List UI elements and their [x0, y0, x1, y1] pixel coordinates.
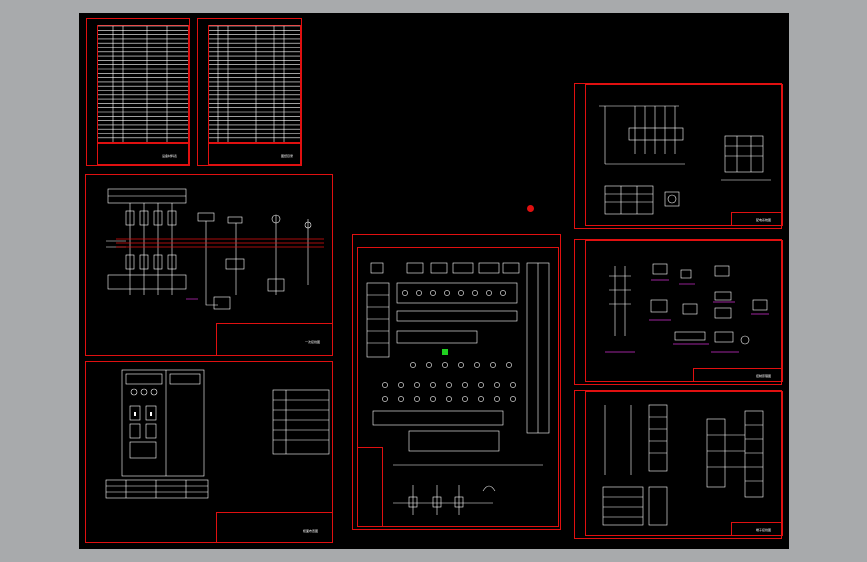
- schematic-symbol: [398, 396, 404, 402]
- control-circuit-drawing: [605, 263, 769, 353]
- selection-marker: [442, 349, 448, 355]
- schematic-symbol: [494, 382, 500, 388]
- main-schematic-drawing: [366, 262, 550, 515]
- schematic-symbol: [382, 382, 388, 388]
- distribution-titleblock: 配电系统图: [731, 212, 783, 226]
- table-sheet-2[interactable]: 图纸目录: [197, 18, 302, 166]
- titleblock-label: 控制原理图: [756, 374, 772, 378]
- schematic-symbol: [458, 362, 464, 368]
- schematic-symbol: [402, 290, 408, 296]
- schematic-symbol: [510, 396, 516, 402]
- schematic-symbol: [426, 362, 432, 368]
- distribution-sheet[interactable]: 配电系统图: [574, 83, 783, 229]
- schematic-symbol: [430, 290, 436, 296]
- schematic-symbol: [490, 362, 496, 368]
- titleblock-label: 配电系统图: [756, 218, 772, 222]
- schematic-symbol: [462, 396, 468, 402]
- schematic-symbol: [458, 290, 464, 296]
- distribution-drawing: [599, 105, 771, 215]
- titleblock-label: 设备材料表: [162, 154, 178, 158]
- panel-layout-sheet[interactable]: 柜面布置图: [85, 361, 333, 543]
- schematic-symbol: [478, 396, 484, 402]
- table-sheet-1-titleblock: 设备材料表: [97, 143, 189, 165]
- schematic-symbol: [494, 396, 500, 402]
- drawing-canvas[interactable]: 设备材料表 图纸目录 一次接线图 柜面布置图 配电系统图 控制原理图 端子接线图: [79, 13, 789, 549]
- schematic-symbol: [410, 362, 416, 368]
- terminal-titleblock: 端子接线图: [731, 522, 783, 536]
- cursor-marker: [527, 205, 534, 212]
- primary-wiring-sheet[interactable]: 一次接线图: [85, 174, 333, 356]
- schematic-symbol: [500, 290, 506, 296]
- main-schematic-sheet[interactable]: [352, 234, 561, 530]
- schematic-symbol: [472, 290, 478, 296]
- schematic-symbol: [506, 362, 512, 368]
- panel-layout-titleblock: 柜面布置图: [216, 512, 333, 543]
- schematic-symbol: [474, 362, 480, 368]
- control-circuit-sheet[interactable]: 控制原理图: [574, 239, 783, 385]
- schematic-symbol: [416, 290, 422, 296]
- schematic-symbol: [414, 396, 420, 402]
- table-sheet-2-titleblock: 图纸目录: [208, 143, 301, 165]
- titleblock-label: 图纸目录: [281, 154, 294, 158]
- schematic-symbol: [414, 382, 420, 388]
- main-schematic-titleblock: [357, 447, 383, 527]
- schematic-symbol: [382, 396, 388, 402]
- table-sheet-1[interactable]: 设备材料表: [86, 18, 190, 166]
- schematic-symbol: [446, 396, 452, 402]
- schematic-symbol: [446, 382, 452, 388]
- schematic-symbol: [462, 382, 468, 388]
- terminal-sheet[interactable]: 端子接线图: [574, 390, 783, 539]
- primary-wiring-titleblock: 一次接线图: [216, 323, 333, 356]
- schematic-symbol: [444, 290, 450, 296]
- schematic-symbol: [442, 362, 448, 368]
- schematic-symbol: [486, 290, 492, 296]
- schematic-symbol: [398, 382, 404, 388]
- control-circuit-titleblock: 控制原理图: [693, 368, 783, 382]
- titleblock-label: 柜面布置图: [303, 529, 319, 533]
- schematic-symbol: [430, 396, 436, 402]
- schematic-symbol: [478, 382, 484, 388]
- terminal-drawing: [602, 404, 764, 526]
- schematic-symbol: [430, 382, 436, 388]
- schematic-symbol: [510, 382, 516, 388]
- titleblock-label: 端子接线图: [756, 528, 772, 532]
- titleblock-label: 一次接线图: [305, 340, 321, 344]
